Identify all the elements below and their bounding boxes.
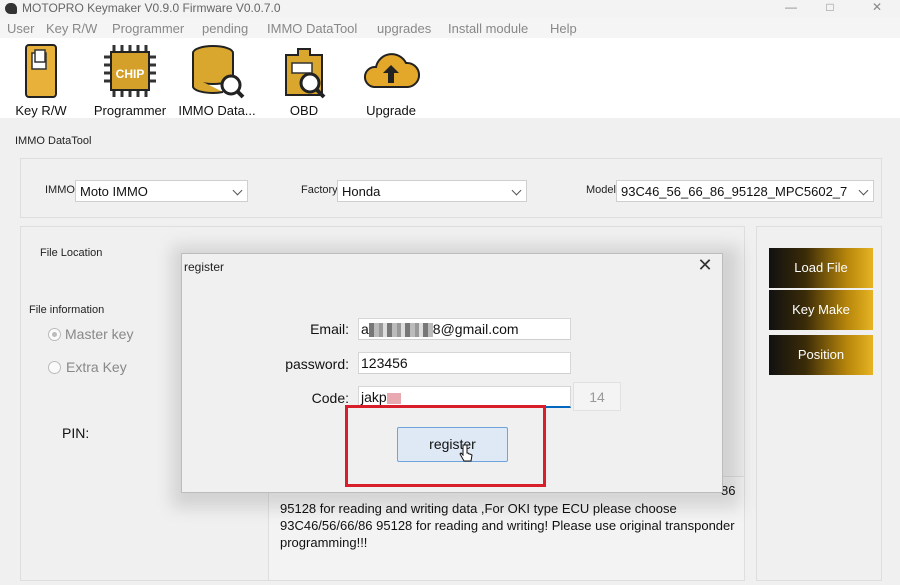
hand-cursor-icon [459, 444, 473, 462]
app-logo-icon [5, 3, 17, 14]
menu-programmer[interactable]: Programmer [112, 21, 184, 36]
factory-select[interactable]: Honda [337, 180, 527, 202]
menu-pending[interactable]: pending [202, 21, 248, 36]
code-value: jakp [361, 389, 387, 405]
immo-label: IMMO [45, 184, 75, 196]
tool-upgrade-label: Upgrade [366, 103, 416, 118]
model-label: Model [586, 184, 616, 196]
key-make-button[interactable]: Key Make [769, 290, 873, 330]
tool-key-rw[interactable]: Key R/W [12, 43, 70, 118]
pin-label: PIN: [62, 425, 90, 441]
file-location-label: File Location [40, 247, 103, 259]
chevron-down-icon [511, 185, 522, 196]
menu-install-module[interactable]: Install module [448, 21, 528, 36]
menu-upgrades[interactable]: upgrades [377, 21, 431, 36]
cloud-upload-icon [362, 43, 420, 102]
extra-key-radio[interactable] [48, 361, 61, 374]
tool-programmer-label: Programmer [93, 103, 167, 118]
code-redacted [386, 392, 401, 404]
immo-select[interactable]: Moto IMMO [75, 180, 248, 202]
menu-immo-datatool[interactable]: IMMO DataTool [267, 21, 357, 36]
dialog-close-icon[interactable]: ✕ [696, 256, 714, 275]
window-close-button[interactable]: ✕ [862, 0, 892, 18]
position-button[interactable]: Position [769, 335, 873, 375]
tool-upgrade[interactable]: Upgrade [360, 43, 422, 118]
master-key-label: Master key [65, 326, 134, 342]
chevron-down-icon [858, 185, 869, 196]
extra-key-label: Extra Key [66, 359, 127, 375]
window-title: MOTOPRO Keymaker V0.9.0 Firmware V0.0.7.… [22, 1, 281, 15]
menu-user[interactable]: User [7, 21, 34, 36]
email-label: Email: [310, 321, 349, 337]
tool-key-rw-label: Key R/W [15, 103, 67, 118]
tool-immo-data-label: IMMO Data... [178, 103, 256, 118]
menu-help[interactable]: Help [550, 21, 577, 36]
email-redacted [368, 323, 433, 338]
master-key-radio[interactable] [48, 328, 61, 341]
minimize-button[interactable]: — [776, 0, 806, 18]
file-information-label: File information [29, 304, 105, 316]
maximize-button[interactable]: □ [815, 0, 845, 18]
tool-immo-data[interactable]: IMMO Data... [178, 43, 256, 118]
model-select-value: 93C46_56_66_86_95128_MPC5602_7 [621, 184, 848, 199]
chip-label: CHIP [115, 67, 145, 81]
tool-programmer[interactable]: CHIP Programmer [92, 43, 168, 118]
email-field[interactable]: a 8@gmail.com [358, 318, 571, 340]
email-prefix: a [361, 321, 369, 337]
tool-obd[interactable]: OBD [278, 43, 330, 118]
toolbar: Key R/W CHIP Programmer IMMO Data... OBD… [0, 38, 900, 118]
highlight-box [345, 405, 546, 487]
model-select[interactable]: 93C46_56_66_86_95128_MPC5602_7 [616, 180, 874, 202]
immo-select-value: Moto IMMO [80, 184, 148, 199]
email-suffix: 8@gmail.com [432, 321, 519, 337]
load-file-button[interactable]: Load File [769, 248, 873, 288]
database-wrench-icon [189, 43, 245, 102]
chevron-down-icon [232, 185, 243, 196]
title-bar: MOTOPRO Keymaker V0.9.0 Firmware V0.0.7.… [0, 0, 900, 18]
password-field[interactable]: 123456 [358, 352, 571, 374]
dialog-title: register [184, 260, 225, 274]
password-label: password: [285, 356, 349, 372]
panel-title: IMMO DataTool [15, 135, 92, 147]
code-count: 14 [573, 382, 621, 411]
factory-select-value: Honda [342, 184, 381, 199]
tool-obd-label: OBD [289, 103, 319, 118]
menu-key-rw[interactable]: Key R/W [46, 21, 97, 36]
code-label: Code: [311, 390, 349, 406]
menu-bar: User Key R/W Programmer pending IMMO Dat… [0, 18, 900, 38]
factory-label: Factory [301, 184, 338, 196]
key-card-icon [23, 43, 59, 102]
obd-scan-icon [280, 43, 328, 102]
